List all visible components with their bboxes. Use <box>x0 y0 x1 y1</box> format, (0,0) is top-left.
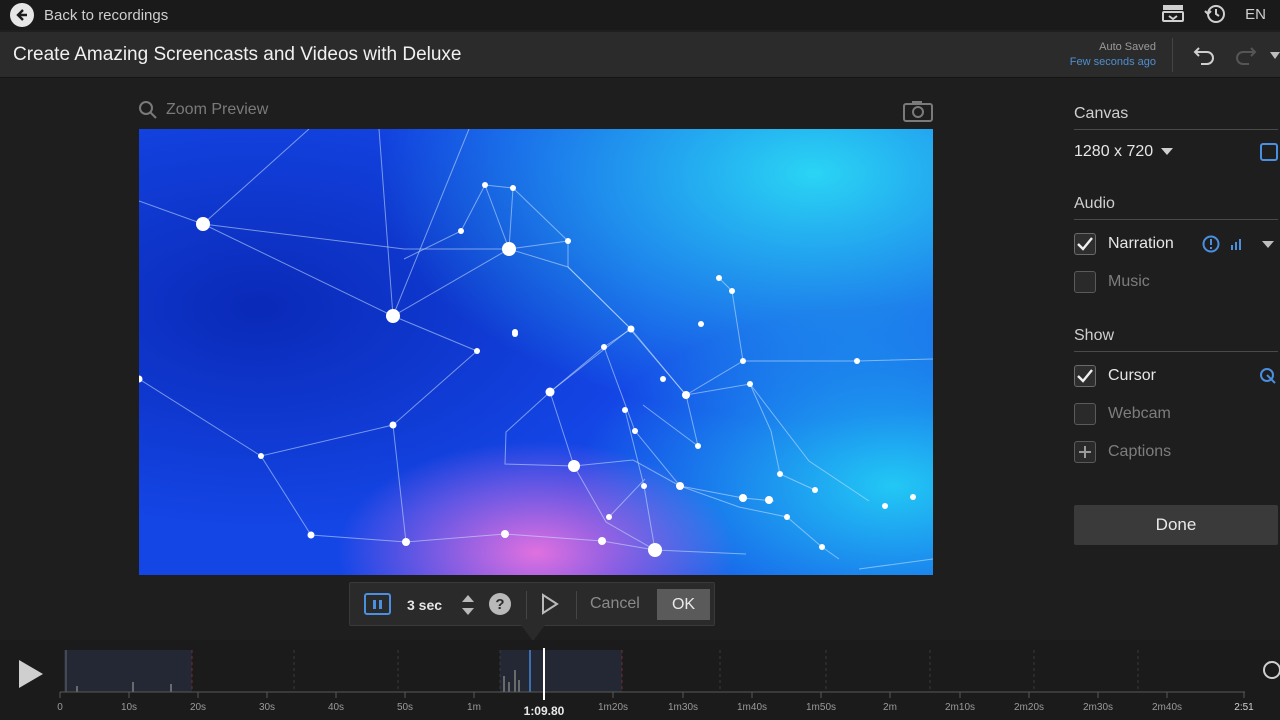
divider <box>576 591 577 619</box>
captions-label: Captions <box>1108 443 1172 460</box>
tick-label: 20s <box>190 702 206 713</box>
webcam-label: Webcam <box>1108 405 1171 422</box>
cursor-label: Cursor <box>1108 367 1157 384</box>
tick-label: 2m10s <box>945 702 975 713</box>
tick-label: 0 <box>57 702 63 713</box>
undo-icon[interactable] <box>1192 44 1218 66</box>
pause-popup: 3 sec ? Cancel OK <box>349 582 715 626</box>
tick-label: 30s <box>259 702 275 713</box>
divider <box>526 591 527 619</box>
editor-main: Zoom Preview Canvas 1280 x 720 Audio Nar… <box>0 79 1280 640</box>
cursor-settings-icon[interactable] <box>1259 367 1277 385</box>
divider <box>1074 129 1278 130</box>
ok-button[interactable]: OK <box>657 589 710 620</box>
show-title: Show <box>1074 327 1115 344</box>
title-bar: Create Amazing Screencasts and Videos wi… <box>0 32 1280 78</box>
narration-option[interactable]: Narration <box>1074 233 1174 255</box>
done-button[interactable]: Done <box>1074 505 1278 545</box>
music-checkbox[interactable] <box>1074 271 1096 293</box>
autosave-label: Auto Saved <box>1099 41 1156 53</box>
captions-option[interactable]: Captions <box>1074 441 1171 463</box>
pause-duration: 3 sec <box>407 597 443 613</box>
back-arrow-icon <box>10 3 34 27</box>
canvas-frame-icon[interactable] <box>1260 143 1278 161</box>
redo-icon[interactable] <box>1232 44 1258 66</box>
divider <box>1172 38 1173 72</box>
popup-pointer <box>521 625 545 641</box>
top-bar: Back to recordings EN <box>0 0 1280 30</box>
loop-icon[interactable] <box>1262 660 1280 680</box>
current-time: 1:09.80 <box>524 704 565 718</box>
tick-label: 1m20s <box>598 702 628 713</box>
caret-down-icon <box>1161 148 1174 155</box>
tick-label: 1m50s <box>806 702 836 713</box>
music-label: Music <box>1108 273 1150 290</box>
webcam-option[interactable]: Webcam <box>1074 403 1171 425</box>
duration-stepper-icon[interactable] <box>460 591 476 619</box>
checkmark-icon <box>1077 237 1093 251</box>
narration-checkbox[interactable] <box>1074 233 1096 255</box>
preview-frame <box>139 129 933 575</box>
info-icon[interactable] <box>1202 235 1220 253</box>
video-preview[interactable] <box>139 129 933 575</box>
audio-level-icon[interactable] <box>1230 237 1244 251</box>
tick-label: 1m40s <box>737 702 767 713</box>
tick-label: 40s <box>328 702 344 713</box>
plus-icon <box>1079 446 1091 458</box>
canvas-title: Canvas <box>1074 105 1129 122</box>
webcam-checkbox[interactable] <box>1074 403 1096 425</box>
export-icon[interactable] <box>1161 3 1185 25</box>
tick-label: 2m <box>883 702 897 713</box>
project-title[interactable]: Create Amazing Screencasts and Videos wi… <box>13 44 462 66</box>
audio-title: Audio <box>1074 195 1115 212</box>
canvas-size-value: 1280 x 720 <box>1074 143 1154 160</box>
help-icon[interactable]: ? <box>489 593 511 615</box>
pause-icon[interactable] <box>364 593 391 615</box>
tick-label: 10s <box>121 702 137 713</box>
checkmark-icon <box>1077 369 1093 383</box>
tick-label: 2m30s <box>1083 702 1113 713</box>
caret-down-icon[interactable] <box>1262 241 1274 249</box>
cursor-option[interactable]: Cursor <box>1074 365 1156 387</box>
search-icon <box>139 101 157 119</box>
zoom-preview-label: Zoom Preview <box>166 101 269 118</box>
autosave-time: Few seconds ago <box>1069 56 1156 68</box>
divider <box>1074 351 1278 352</box>
divider <box>1074 219 1278 220</box>
canvas-size-select[interactable]: 1280 x 720 <box>1074 143 1174 161</box>
play-preview-icon[interactable] <box>540 593 560 615</box>
tick-label: 1m30s <box>668 702 698 713</box>
end-time: 2:51 <box>1234 702 1254 713</box>
back-to-recordings-button[interactable]: Back to recordings <box>10 2 168 28</box>
tick-label: 2m20s <box>1014 702 1044 713</box>
language-selector[interactable]: EN <box>1245 6 1266 23</box>
tick-label: 50s <box>397 702 413 713</box>
cursor-checkbox[interactable] <box>1074 365 1096 387</box>
camera-icon[interactable] <box>902 99 934 123</box>
zoom-preview-button[interactable]: Zoom Preview <box>138 100 268 120</box>
back-label: Back to recordings <box>44 6 169 24</box>
autosave-status: Auto Saved Few seconds ago <box>1070 40 1156 70</box>
add-captions-button[interactable] <box>1074 441 1096 463</box>
timeline-track: 0 10s 20s 30s 40s 50s 1m 1m20s 1m30s 1m4… <box>57 648 1254 718</box>
tick-label: 2m40s <box>1152 702 1182 713</box>
timeline[interactable]: 0 10s 20s 30s 40s 50s 1m 1m20s 1m30s 1m4… <box>0 640 1280 720</box>
tick-label: 1m <box>467 702 481 713</box>
narration-label: Narration <box>1108 235 1174 252</box>
caret-down-icon[interactable] <box>1270 52 1280 60</box>
music-option[interactable]: Music <box>1074 271 1150 293</box>
history-icon[interactable] <box>1203 3 1227 25</box>
cancel-button[interactable]: Cancel <box>590 595 640 613</box>
